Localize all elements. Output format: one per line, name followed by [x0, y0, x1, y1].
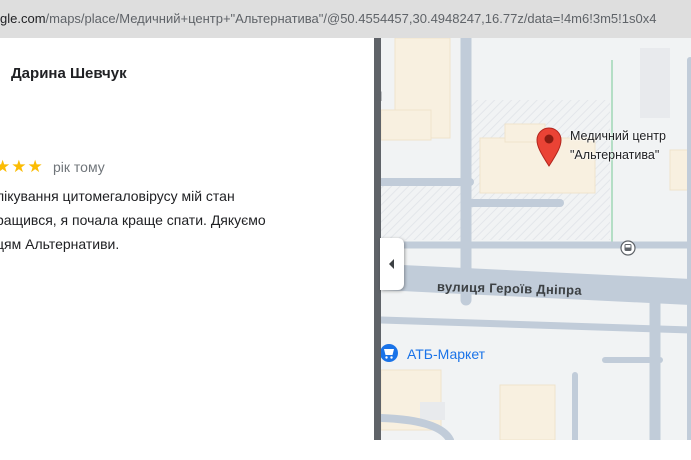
reviewer-name[interactable]: Дарина Шевчук — [11, 65, 127, 82]
review-text-line: цям Альтернативи. — [0, 236, 120, 252]
url-text[interactable]: gle.com/maps/place/Медичний+центр+"Альте… — [0, 11, 656, 26]
chevron-left-icon — [389, 259, 394, 269]
place-label-line: "Альтернатива" — [570, 148, 660, 162]
rating-stars: ★★★ — [0, 157, 44, 176]
review-text: лікування цитомегаловірусу мій стан ращи… — [0, 184, 326, 256]
place-label-line: Медичний центр — [570, 129, 666, 143]
review-text-line: ращився, я почала краще спати. Дякуємо — [0, 212, 266, 228]
review-panel: Дарина Шевчук ★★★ рік тому лікування цит… — [0, 38, 374, 440]
bottom-strip — [0, 440, 691, 460]
review-text-line: лікування цитомегаловірусу мій стан — [0, 188, 235, 204]
map-partial-label: d — [375, 89, 383, 104]
collapse-panel-button[interactable] — [380, 238, 404, 290]
address-bar[interactable]: gle.com/maps/place/Медичний+центр+"Альте… — [0, 0, 691, 38]
map-canvas[interactable] — [381, 38, 691, 440]
place-label[interactable]: Медичний центр "Альтернатива" — [570, 127, 666, 165]
building — [381, 109, 432, 141]
store-label[interactable]: АТБ-Маркет — [407, 346, 485, 362]
bus-stop-icon — [620, 240, 636, 256]
parking-area — [381, 180, 461, 240]
map-graphics — [381, 38, 691, 440]
building — [499, 384, 556, 440]
building — [640, 48, 670, 118]
building — [420, 402, 445, 420]
review-date: рік тому — [53, 159, 105, 175]
